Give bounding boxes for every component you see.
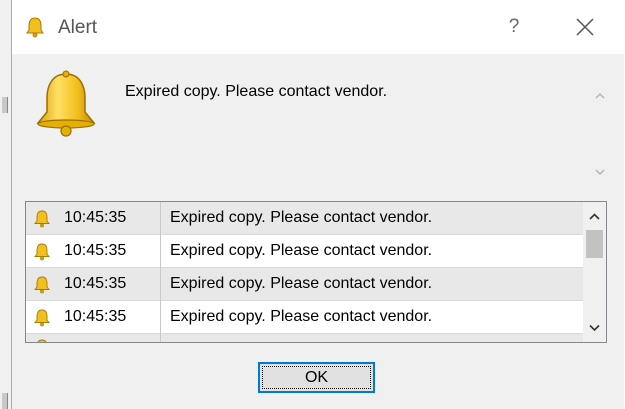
alert-text: Expired copy. Please contact vendor. (170, 242, 433, 259)
alert-text: Expired copy. Please contact vendor. (170, 275, 433, 292)
alert-time: 10:45:35 (64, 308, 127, 325)
bell-icon (34, 210, 50, 228)
bell-icon (36, 70, 96, 137)
column-separator (160, 301, 161, 334)
column-separator (160, 235, 161, 268)
chevron-up-icon[interactable] (594, 90, 606, 102)
column-separator (160, 334, 161, 342)
chevron-up-icon[interactable] (588, 210, 601, 223)
list-item[interactable]: 10:45:35 Expired copy. Please contact ve… (26, 301, 583, 334)
background-tick (2, 393, 8, 409)
column-separator (160, 202, 161, 235)
bell-icon (34, 243, 50, 261)
list-item[interactable]: 10:45:35 Expired copy. Please contact ve… (26, 268, 583, 301)
list-item[interactable]: 10:45:35 Expired copy. Please contact ve… (26, 202, 583, 235)
scrollbar-thumb[interactable] (586, 230, 603, 258)
background-tick (2, 97, 8, 113)
title-bar: Alert ? (12, 0, 624, 54)
alert-time: 10:45:35 (64, 209, 127, 226)
message-scrollbar[interactable] (588, 74, 612, 186)
bell-icon (34, 276, 50, 294)
column-separator (160, 268, 161, 301)
chevron-down-icon[interactable] (594, 166, 606, 178)
chevron-down-icon[interactable] (588, 321, 601, 334)
alert-message: Expired copy. Please contact vendor. (125, 83, 388, 100)
bell-icon (34, 309, 50, 327)
alert-text: Expired copy. Please contact vendor. (170, 209, 433, 226)
alert-dialog: Alert ? Expired copy. Please contact ven… (11, 0, 624, 409)
alert-text: Expired copy. Please contact vendor. (170, 308, 433, 325)
dialog-title: Alert (58, 17, 98, 38)
alert-time: 10:45:35 (64, 242, 127, 259)
alert-time: 10:45:35 (64, 275, 127, 292)
bell-icon (37, 339, 47, 342)
help-button[interactable]: ? (494, 10, 534, 44)
alerts-list[interactable]: 10:45:35 Expired copy. Please contact ve… (25, 201, 607, 343)
ok-button[interactable]: OK (258, 362, 375, 393)
bell-icon (26, 17, 44, 38)
close-button[interactable] (565, 10, 605, 44)
list-scrollbar[interactable] (583, 202, 606, 342)
list-item[interactable] (26, 334, 583, 342)
close-icon (576, 18, 594, 36)
list-item[interactable]: 10:45:35 Expired copy. Please contact ve… (26, 235, 583, 268)
